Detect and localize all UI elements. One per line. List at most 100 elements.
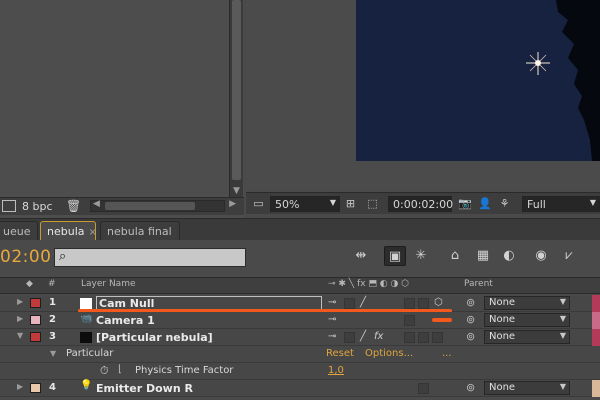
chevron-down-icon: ▼: [329, 198, 336, 207]
layer-search-input[interactable]: ⌕: [54, 248, 246, 267]
3d-layer-icon[interactable]: ⬡: [434, 297, 443, 308]
effect-reset-link[interactable]: Reset: [326, 348, 354, 359]
current-time-indicator[interactable]: 02:00: [0, 247, 52, 267]
label-column-icon[interactable]: ◆: [26, 279, 33, 289]
safe-margins-icon[interactable]: ⬚: [366, 197, 379, 210]
hide-shy-layers-icon[interactable]: ⌂: [444, 246, 466, 266]
collapse-switch[interactable]: [344, 298, 355, 309]
layer-name-column-header[interactable]: Layer Name: [81, 279, 136, 289]
resolution-value: Full: [527, 198, 546, 211]
graph-editor-icon[interactable]: ⩗: [558, 246, 580, 266]
stopwatch-icon[interactable]: ⏱: [100, 364, 109, 378]
always-preview-icon[interactable]: ▭: [252, 197, 265, 210]
region-of-interest-icon[interactable]: ⊞: [344, 197, 357, 210]
parent-dropdown[interactable]: None ▼: [484, 296, 570, 310]
label-color-swatch[interactable]: [30, 315, 41, 325]
pick-whip-icon[interactable]: ⊚: [466, 381, 475, 394]
layer-name[interactable]: Emitter Down R: [96, 382, 193, 395]
effect-fx-icon[interactable]: fx: [374, 331, 383, 342]
layer-row[interactable]: ▼ 3 [Particular nebula] ⊸ ╱ fx ⊚ None ▼: [0, 329, 600, 346]
draft-3d-icon[interactable]: ✳: [410, 246, 432, 266]
layer-name[interactable]: [Particular nebula]: [96, 331, 213, 344]
scroll-left-arrow-icon[interactable]: ◀: [93, 199, 100, 209]
adjustment-layer-switch[interactable]: [418, 383, 429, 394]
motion-blur-switch[interactable]: [404, 298, 415, 309]
layer-name[interactable]: Camera 1: [96, 314, 155, 327]
adjustment-layer-switch[interactable]: [418, 332, 429, 343]
layer-row[interactable]: ▶ 2 📹 Camera 1 ⊸ ⊚ None ▼: [0, 312, 600, 329]
zoom-dropdown[interactable]: 50% ▼: [270, 196, 340, 212]
parent-dropdown[interactable]: None ▼: [484, 313, 570, 327]
shy-switch-icon[interactable]: ⊸: [328, 297, 336, 308]
quality-switch-icon[interactable]: ╱: [360, 331, 366, 342]
effect-more-link[interactable]: ...: [442, 348, 452, 359]
composition-mini-flowchart-icon[interactable]: ⇹: [350, 246, 372, 266]
pick-whip-icon[interactable]: ⊚: [466, 330, 475, 343]
interpret-footage-icon[interactable]: [2, 200, 16, 212]
property-name: Physics Time Factor: [135, 365, 234, 376]
show-snapshot-icon[interactable]: 👤: [478, 197, 492, 210]
trash-icon[interactable]: 🗑: [66, 199, 81, 213]
property-value[interactable]: 1,0: [328, 365, 344, 376]
timeline-tab-bar: ueue nebula × nebula final: [0, 218, 600, 241]
adjustment-layer-switch[interactable]: [418, 298, 429, 309]
parent-dropdown[interactable]: None ▼: [484, 330, 570, 344]
tab-render-queue[interactable]: ueue: [0, 221, 38, 241]
live-update-icon[interactable]: ▣: [384, 246, 406, 266]
layer-duration-bar[interactable]: [592, 312, 600, 329]
layer-duration-bar[interactable]: [592, 329, 600, 346]
effect-name[interactable]: Particular: [66, 348, 113, 359]
composition-canvas[interactable]: [356, 0, 600, 161]
layer-duration-bar[interactable]: [592, 295, 600, 312]
3d-layer-switch[interactable]: [432, 332, 443, 343]
layer-row[interactable]: ▶ 4 💡 Emitter Down R ⊚ None ▼: [0, 380, 600, 397]
expand-triangle-icon[interactable]: ▶: [17, 297, 23, 306]
layer-index: 1: [49, 297, 56, 308]
layer-index: 3: [49, 331, 56, 342]
current-time-display[interactable]: 0:00:02:00: [388, 196, 453, 212]
collapse-switch[interactable]: [344, 332, 355, 343]
shy-switch-icon[interactable]: ⊸: [328, 314, 336, 325]
scroll-right-arrow-icon[interactable]: ▶: [229, 199, 236, 209]
effect-row[interactable]: ▼ Particular Reset Options... ...: [0, 346, 600, 363]
layer-index: 4: [49, 382, 56, 393]
tab-nebula-final[interactable]: nebula final: [100, 221, 180, 241]
index-column-header[interactable]: #: [48, 279, 56, 289]
shy-switch-icon[interactable]: ⊸: [328, 331, 336, 342]
color-channels-icon[interactable]: ⚘: [498, 197, 511, 210]
pick-whip-icon[interactable]: ⊚: [466, 296, 475, 309]
tab-nebula[interactable]: nebula ×: [40, 221, 97, 241]
label-color-swatch[interactable]: [30, 332, 41, 342]
project-vertical-scrollbar[interactable]: ▼: [229, 0, 243, 198]
quality-switch-icon[interactable]: ╱: [360, 297, 366, 308]
motion-blur-switch[interactable]: [404, 315, 415, 326]
scroll-down-arrow-icon[interactable]: ▼: [233, 186, 240, 196]
frame-blending-icon[interactable]: ▦: [472, 246, 494, 266]
parent-dropdown[interactable]: None ▼: [484, 381, 570, 395]
layer-duration-bar[interactable]: [592, 380, 600, 397]
property-row[interactable]: ⏱ ⌊ Physics Time Factor 1,0: [0, 363, 600, 380]
chevron-down-icon: ▼: [559, 331, 566, 340]
project-horizontal-scrollbar[interactable]: ◀ ▶: [90, 199, 236, 212]
bit-depth-button[interactable]: 8 bpc: [22, 200, 53, 213]
chevron-down-icon: ▼: [559, 297, 566, 306]
collapse-triangle-icon[interactable]: ▼: [50, 349, 56, 358]
expand-triangle-icon[interactable]: ▶: [17, 314, 23, 323]
camera-snapshot-icon[interactable]: 📷: [458, 197, 472, 210]
expand-triangle-icon[interactable]: ▶: [17, 382, 23, 391]
switches-column-header[interactable]: ⊸ ✱ ╲ fx ⬒ ◐ ◑ ⬡: [328, 279, 409, 289]
label-color-swatch[interactable]: [30, 298, 41, 308]
close-icon[interactable]: ×: [89, 227, 97, 238]
label-color-swatch[interactable]: [30, 383, 41, 393]
parent-column-header[interactable]: Parent: [464, 279, 493, 289]
scrollbar-thumb[interactable]: [105, 202, 195, 210]
resolution-dropdown[interactable]: Full ▼: [522, 196, 600, 212]
motion-blur-icon[interactable]: ◐: [498, 246, 520, 266]
collapse-triangle-icon[interactable]: ▼: [17, 331, 23, 340]
graph-editor-search-icon[interactable]: ◉: [530, 246, 552, 266]
motion-blur-switch[interactable]: [404, 332, 415, 343]
effect-options-link[interactable]: Options...: [365, 348, 413, 359]
graph-icon[interactable]: ⌊: [118, 364, 122, 375]
pick-whip-icon[interactable]: ⊚: [466, 313, 475, 326]
scrollbar-thumb[interactable]: [232, 0, 241, 180]
